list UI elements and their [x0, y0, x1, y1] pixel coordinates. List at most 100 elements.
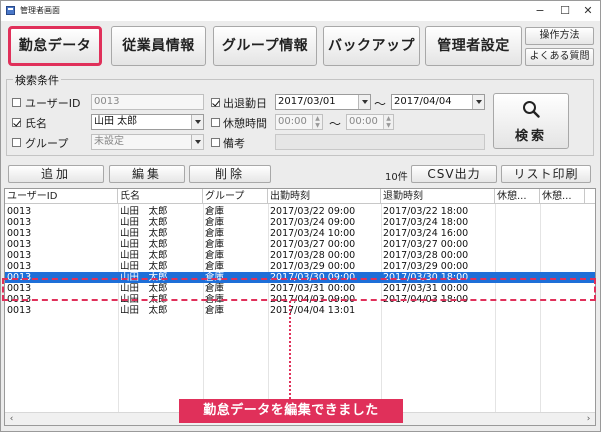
- table-row[interactable]: 0013 山田 太郎 倉庫 2017/03/24 10:00 2017/03/24 16…: [5, 228, 595, 239]
- help-button[interactable]: 操作方法: [525, 27, 594, 45]
- search-button[interactable]: 検索: [493, 93, 569, 149]
- date-range-separator: ～: [374, 97, 387, 111]
- group-select[interactable]: 未設定: [91, 134, 204, 150]
- group-checkbox[interactable]: [12, 138, 21, 147]
- tab-employee-info[interactable]: 従業員情報: [111, 26, 206, 66]
- rest-to-input[interactable]: 00:00 ▲ ▼: [346, 114, 394, 130]
- csv-export-button[interactable]: CSV出力: [411, 165, 497, 183]
- name-select[interactable]: 山田 太郎: [91, 114, 204, 130]
- cell-clock-in: 2017/03/27 00:00: [270, 239, 356, 250]
- cell-group: 倉庫: [205, 217, 225, 228]
- spinner-icon: ▲ ▼: [312, 115, 322, 129]
- memo-label: 備考: [223, 137, 245, 150]
- column-header-name[interactable]: 氏名: [118, 189, 203, 204]
- attendance-table[interactable]: ユーザーID 氏名 グループ 出勤時刻 退勤時刻 休憩... 休憩... 001…: [4, 188, 596, 426]
- cell-clock-out: 2017/03/27 00:00: [383, 239, 469, 250]
- column-header-user-id[interactable]: ユーザーID: [5, 189, 118, 204]
- column-header-rest-1[interactable]: 休憩...: [495, 189, 540, 204]
- minimize-button[interactable]: −: [531, 3, 549, 19]
- cell-clock-in: 2017/03/24 10:00: [270, 228, 356, 239]
- cell-group: 倉庫: [205, 305, 225, 316]
- rest-label: 休憩時間: [223, 117, 267, 130]
- app-icon: [6, 6, 15, 15]
- cell-name: 山田 太郎: [120, 261, 168, 272]
- cell-group: 倉庫: [205, 239, 225, 250]
- print-list-button[interactable]: リスト印刷: [501, 165, 591, 183]
- annotation-caption: 勤怠データを編集できました: [179, 399, 403, 423]
- window-title: 管理者画面: [20, 6, 60, 15]
- faq-button[interactable]: よくある質問: [525, 48, 594, 66]
- rest-checkbox[interactable]: [211, 118, 220, 127]
- user-id-label: ユーザーID: [25, 97, 81, 110]
- callout-line: [289, 301, 291, 399]
- scroll-left-icon[interactable]: ‹: [5, 413, 18, 425]
- chevron-down-icon: [472, 95, 484, 109]
- cell-name: 山田 太郎: [120, 206, 168, 217]
- table-row[interactable]: 0013 山田 太郎 倉庫 2017/03/27 00:00 2017/03/27 00…: [5, 239, 595, 250]
- cell-group: 倉庫: [205, 261, 225, 272]
- cell-user-id: 0013: [7, 250, 32, 261]
- cell-clock-in: 2017/03/22 09:00: [270, 206, 356, 217]
- cell-user-id: 0013: [7, 239, 32, 250]
- cell-user-id: 0013: [7, 305, 32, 316]
- add-button[interactable]: 追加: [8, 165, 104, 183]
- record-count: 10件: [385, 172, 408, 183]
- date-from-value: 2017/03/01: [278, 96, 336, 107]
- memo-checkbox[interactable]: [211, 138, 220, 147]
- column-header-rest-2[interactable]: 休憩...: [540, 189, 585, 204]
- date-label: 出退勤日: [223, 97, 267, 110]
- table-row[interactable]: 0013 山田 太郎 倉庫 2017/03/22 09:00 2017/03/22 18…: [5, 206, 595, 217]
- table-header: ユーザーID 氏名 グループ 出勤時刻 退勤時刻 休憩... 休憩...: [5, 189, 595, 204]
- rest-range-separator: ～: [329, 117, 342, 131]
- highlight-box: [2, 278, 596, 301]
- edit-button[interactable]: 編集: [109, 165, 185, 183]
- spinner-icon: ▲ ▼: [383, 115, 393, 129]
- column-header-clock-in[interactable]: 出勤時刻: [268, 189, 381, 204]
- cell-clock-in: 2017/03/28 00:00: [270, 250, 356, 261]
- cell-clock-out: 2017/03/29 00:00: [383, 261, 469, 272]
- delete-button[interactable]: 削除: [189, 165, 271, 183]
- search-icon: [523, 101, 540, 118]
- cell-clock-out: 2017/03/28 00:00: [383, 250, 469, 261]
- cell-clock-out: 2017/03/22 18:00: [383, 206, 469, 217]
- name-checkbox[interactable]: [12, 118, 21, 127]
- close-button[interactable]: ✕: [579, 3, 597, 19]
- user-id-checkbox[interactable]: [12, 98, 21, 107]
- cell-user-id: 0013: [7, 206, 32, 217]
- chevron-down-icon: [191, 115, 203, 129]
- tab-attendance-data[interactable]: 勤怠データ: [8, 26, 102, 66]
- user-id-input[interactable]: 0013: [91, 94, 204, 110]
- scroll-right-icon[interactable]: ›: [582, 413, 595, 425]
- cell-group: 倉庫: [205, 206, 225, 217]
- chevron-down-icon: [191, 135, 203, 149]
- memo-input[interactable]: [275, 134, 485, 150]
- group-value: 未設定: [94, 136, 124, 147]
- tab-admin-settings[interactable]: 管理者設定: [425, 26, 522, 66]
- date-to-select[interactable]: 2017/04/04: [391, 94, 485, 110]
- title-bar: 管理者画面 − ☐ ✕: [1, 1, 600, 21]
- table-row[interactable]: 0013 山田 太郎 倉庫 2017/03/28 00:00 2017/03/28 00…: [5, 250, 595, 261]
- table-row[interactable]: 0013 山田 太郎 倉庫 2017/03/29 00:00 2017/03/29 00…: [5, 261, 595, 272]
- tab-group-info[interactable]: グループ情報: [213, 26, 317, 66]
- cell-user-id: 0013: [7, 261, 32, 272]
- cell-user-id: 0013: [7, 217, 32, 228]
- column-header-group[interactable]: グループ: [203, 189, 268, 204]
- search-conditions-legend: 検索条件: [13, 72, 61, 88]
- cell-name: 山田 太郎: [120, 228, 168, 239]
- table-row[interactable]: 0013 山田 太郎 倉庫 2017/03/24 09:00 2017/03/24 18…: [5, 217, 595, 228]
- cell-group: 倉庫: [205, 250, 225, 261]
- admin-window: 管理者画面 − ☐ ✕ 勤怠データ 従業員情報 グループ情報 バックアップ 管理…: [0, 0, 601, 432]
- cell-clock-in: 2017/04/04 13:01: [270, 305, 356, 316]
- cell-clock-in: 2017/03/24 09:00: [270, 217, 356, 228]
- date-checkbox[interactable]: [211, 98, 220, 107]
- cell-user-id: 0013: [7, 228, 32, 239]
- maximize-button[interactable]: ☐: [556, 3, 574, 19]
- column-header-clock-out[interactable]: 退勤時刻: [381, 189, 495, 204]
- rest-to-value: 00:00: [349, 116, 378, 127]
- cell-name: 山田 太郎: [120, 250, 168, 261]
- table-row[interactable]: 0013 山田 太郎 倉庫 2017/04/04 13:01: [5, 305, 595, 316]
- tab-backup[interactable]: バックアップ: [323, 26, 420, 66]
- rest-from-input[interactable]: 00:00 ▲ ▼: [275, 114, 323, 130]
- rest-from-value: 00:00: [278, 116, 307, 127]
- date-from-select[interactable]: 2017/03/01: [275, 94, 371, 110]
